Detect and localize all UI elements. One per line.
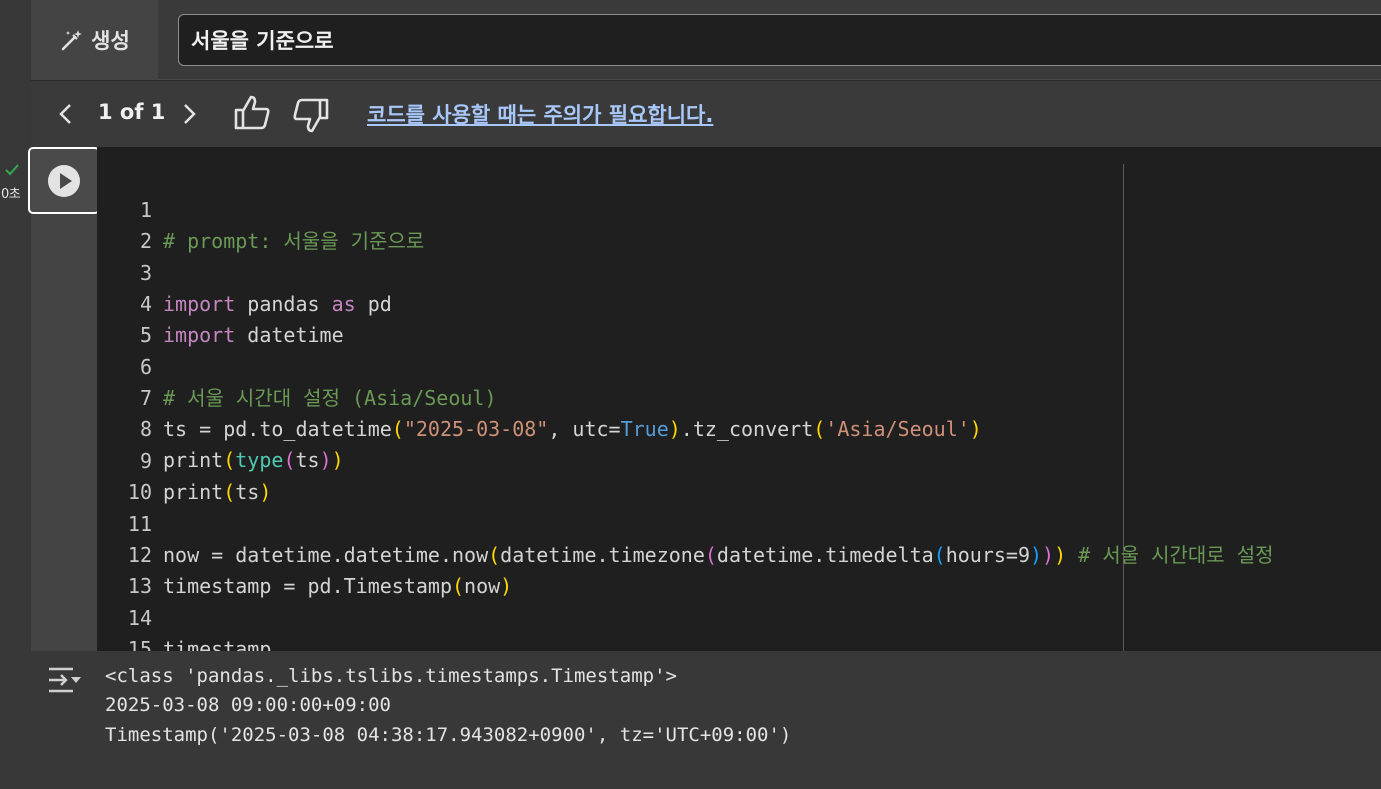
generate-bar: 생성 (31, 0, 1381, 80)
thumb-up-icon[interactable] (232, 93, 272, 133)
code-line: 3 import pandas as pd (97, 227, 1381, 316)
output-actions-icon[interactable] (46, 665, 82, 695)
code-line: 13 (97, 540, 1381, 598)
output-line: <class 'pandas._libs.tslibs.timestamps.T… (105, 665, 677, 687)
code-editor[interactable]: 1 # prompt: 서울을 기준으로 2 3 import pandas a… (97, 147, 1381, 661)
generate-button-label: 생성 (91, 29, 130, 53)
cell-output: <class 'pandas._libs.tslibs.timestamps.T… (31, 651, 1381, 767)
prompt-input[interactable] (178, 14, 1381, 66)
code-line: 12 timestamp = pd.Timestamp(now) (97, 509, 1381, 598)
suggestion-count: 1 of 1 (98, 100, 166, 124)
code-line: 4 import datetime (97, 258, 1381, 347)
code-line: 1 # prompt: 서울을 기준으로 (97, 164, 1381, 253)
run-column (28, 147, 100, 651)
chevron-left-icon[interactable] (55, 101, 77, 127)
code-cell: 생성 1 of 1 코드를 사용할 때는 주의가 필요합니다. 1 (28, 0, 1381, 767)
code-line: 6 # 서울 시간대 설정 (Asia/Seoul) (97, 321, 1381, 410)
check-icon (5, 164, 19, 176)
thumb-down-icon[interactable] (291, 95, 331, 135)
chevron-right-icon[interactable] (178, 101, 200, 127)
code-line: 5 (97, 289, 1381, 347)
caution-link[interactable]: 코드를 사용할 때는 주의가 필요합니다. (367, 99, 713, 129)
code-line: 8 print(type(ts)) (97, 383, 1381, 472)
output-line: Timestamp('2025-03-08 04:38:17.943082+09… (105, 724, 792, 746)
code-line: 9 print(ts) (97, 415, 1381, 504)
suggestion-nav-bar: 1 of 1 코드를 사용할 때는 주의가 필요합니다. (31, 81, 1381, 147)
code-line: 14 timestamp (97, 572, 1381, 661)
execution-time: 0초 (1, 187, 21, 202)
code-line: 10 (97, 446, 1381, 504)
play-icon (48, 164, 80, 197)
code-line: 2 (97, 195, 1381, 253)
magic-wand-icon (61, 30, 83, 51)
code-line: 15 (97, 603, 1381, 661)
cell-gutter: 0초 (0, 0, 31, 789)
run-cell-button[interactable] (28, 147, 100, 214)
code-line: 11 now = datetime.datetime.now(datetime.… (97, 478, 1381, 567)
code-line: 7 ts = pd.to_datetime("2025-03-08", utc=… (97, 352, 1381, 441)
generate-button[interactable]: 생성 (31, 0, 158, 80)
output-line: 2025-03-08 09:00:00+09:00 (105, 694, 391, 716)
